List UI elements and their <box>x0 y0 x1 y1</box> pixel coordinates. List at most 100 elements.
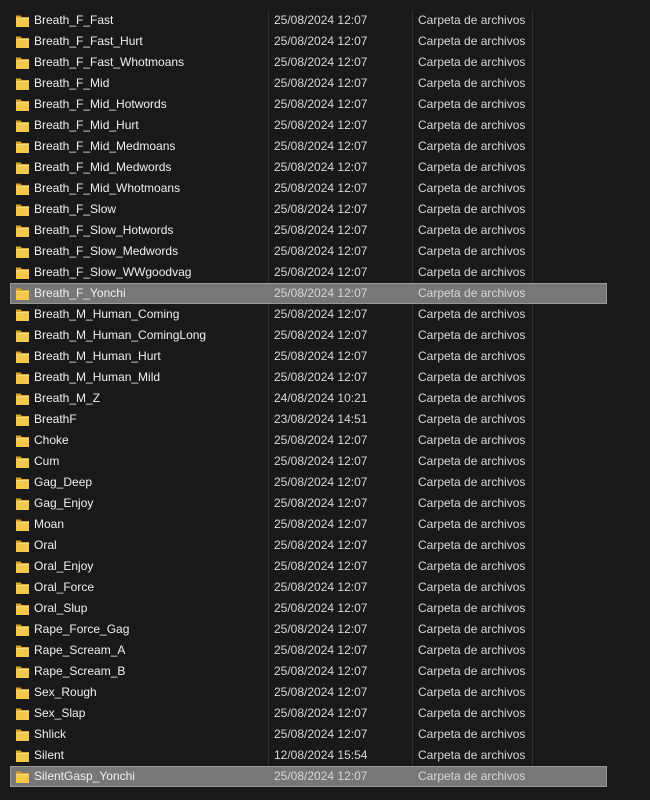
file-type: Carpeta de archivos <box>418 244 526 258</box>
folder-icon <box>16 413 29 426</box>
file-date-modified: 25/08/2024 12:07 <box>274 706 368 720</box>
folder-icon <box>16 266 29 279</box>
file-row[interactable]: Breath_F_Slow 25/08/2024 12:07 Carpeta de … <box>0 199 650 220</box>
file-name: Breath_F_Yonchi <box>34 286 126 300</box>
file-date-modified: 25/08/2024 12:07 <box>274 202 368 216</box>
file-row[interactable]: Breath_M_Human_ComingLong 25/08/2024 12:0… <box>0 325 650 346</box>
folder-icon <box>16 56 29 69</box>
file-date-modified: 25/08/2024 12:07 <box>274 496 368 510</box>
folder-icon <box>16 770 29 783</box>
file-row[interactable]: Breath_F_Slow_Hotwords 25/08/2024 12:07 Ca… <box>0 220 650 241</box>
file-row[interactable]: Breath_M_Human_Mild 25/08/2024 12:07 Carpe… <box>0 367 650 388</box>
file-row[interactable]: BreathF 23/08/2024 14:51 Carpeta de archiv… <box>0 409 650 430</box>
file-row[interactable]: Rape_Scream_B 25/08/2024 12:07 Carpeta de … <box>0 661 650 682</box>
file-type: Carpeta de archivos <box>418 55 526 69</box>
file-name: Breath_M_Human_ComingLong <box>34 328 207 342</box>
file-row[interactable]: Breath_F_Slow_WWgoodvag 25/08/2024 12:07 C… <box>0 262 650 283</box>
file-type: Carpeta de archivos <box>418 622 526 636</box>
file-row[interactable]: Breath_F_Fast_Whotmoans 25/08/2024 12:07 C… <box>0 52 650 73</box>
file-name: SilentGasp_Yonchi <box>34 769 135 783</box>
file-date-modified: 12/08/2024 15:54 <box>274 748 368 762</box>
file-row[interactable]: Breath_M_Human_Hurt 25/08/2024 12:07 Carpe… <box>0 346 650 367</box>
folder-icon <box>16 644 29 657</box>
file-row[interactable]: Silent 12/08/2024 15:54 Carpeta de archivo… <box>0 745 650 766</box>
file-row[interactable]: Choke 25/08/2024 12:07 Carpeta de archivos <box>0 430 650 451</box>
file-row[interactable]: Oral_Enjoy 25/08/2024 12:07 Carpeta de arc… <box>0 556 650 577</box>
file-row[interactable]: Rape_Scream_A 25/08/2024 12:07 Carpeta de … <box>0 640 650 661</box>
folder-icon <box>16 140 29 153</box>
file-row[interactable]: Gag_Enjoy 25/08/2024 12:07 Carpeta de arch… <box>0 493 650 514</box>
file-name: Rape_Force_Gag <box>34 622 130 636</box>
file-name: Oral_Enjoy <box>34 559 94 573</box>
file-date-modified: 25/08/2024 12:07 <box>274 76 368 90</box>
folder-icon <box>16 287 29 300</box>
file-date-modified: 25/08/2024 12:07 <box>274 622 368 636</box>
file-row[interactable]: Cum 25/08/2024 12:07 Carpeta de archivos <box>0 451 650 472</box>
file-row[interactable]: Breath_F_Mid_Whotmoans 25/08/2024 12:07 Ca… <box>0 178 650 199</box>
file-date-modified: 25/08/2024 12:07 <box>274 454 368 468</box>
folder-icon <box>16 224 29 237</box>
folder-icon <box>16 686 29 699</box>
folder-icon <box>16 35 29 48</box>
file-date-modified: 25/08/2024 12:07 <box>274 265 368 279</box>
file-list: Breath_F_Fast 25/08/2024 12:07 Carpeta de … <box>0 10 650 787</box>
file-type: Carpeta de archivos <box>418 97 526 111</box>
file-date-modified: 25/08/2024 12:07 <box>274 349 368 363</box>
file-name: Breath_F_Mid_Medwords <box>34 160 172 174</box>
file-date-modified: 25/08/2024 12:07 <box>274 97 368 111</box>
folder-icon <box>16 203 29 216</box>
file-date-modified: 25/08/2024 12:07 <box>274 13 368 27</box>
file-type: Carpeta de archivos <box>418 475 526 489</box>
file-row[interactable]: Oral_Force 25/08/2024 12:07 Carpeta de arc… <box>0 577 650 598</box>
file-row[interactable]: Sex_Slap 25/08/2024 12:07 Carpeta de archi… <box>0 703 650 724</box>
file-date-modified: 25/08/2024 12:07 <box>274 643 368 657</box>
file-type: Carpeta de archivos <box>418 13 526 27</box>
file-row[interactable]: SilentGasp_Yonchi 25/08/2024 12:07 Carpeta… <box>0 766 650 787</box>
folder-icon <box>16 707 29 720</box>
folder-icon <box>16 476 29 489</box>
file-name: Breath_M_Z <box>34 391 101 405</box>
file-row[interactable]: Breath_F_Mid 25/08/2024 12:07 Carpeta de a… <box>0 73 650 94</box>
file-row[interactable]: Gag_Deep 25/08/2024 12:07 Carpeta de archi… <box>0 472 650 493</box>
folder-icon <box>16 371 29 384</box>
file-date-modified: 25/08/2024 12:07 <box>274 181 368 195</box>
file-row[interactable]: Oral 25/08/2024 12:07 Carpeta de archivos <box>0 535 650 556</box>
file-date-modified: 25/08/2024 12:07 <box>274 685 368 699</box>
file-name: Rape_Scream_B <box>34 664 126 678</box>
file-row[interactable]: Breath_F_Mid_Hotwords 25/08/2024 12:07 Car… <box>0 94 650 115</box>
folder-icon <box>16 602 29 615</box>
file-row[interactable]: Breath_F_Mid_Hurt 25/08/2024 12:07 Carpeta… <box>0 115 650 136</box>
file-row[interactable]: Breath_F_Fast 25/08/2024 12:07 Carpeta de … <box>0 10 650 31</box>
file-date-modified: 25/08/2024 12:07 <box>274 517 368 531</box>
file-row[interactable]: Oral_Slup 25/08/2024 12:07 Carpeta de arch… <box>0 598 650 619</box>
file-name: BreathF <box>34 412 77 426</box>
file-row[interactable]: Breath_F_Yonchi 25/08/2024 12:07 Carpeta d… <box>0 283 650 304</box>
file-type: Carpeta de archivos <box>418 265 526 279</box>
file-type: Carpeta de archivos <box>418 538 526 552</box>
file-row[interactable]: Breath_F_Mid_Medmoans 25/08/2024 12:07 Car… <box>0 136 650 157</box>
file-type: Carpeta de archivos <box>418 685 526 699</box>
file-row[interactable]: Breath_F_Slow_Medwords 25/08/2024 12:07 Ca… <box>0 241 650 262</box>
file-date-modified: 24/08/2024 10:21 <box>274 391 368 405</box>
folder-icon <box>16 434 29 447</box>
file-row[interactable]: Breath_M_Z 24/08/2024 10:21 Carpeta de arc… <box>0 388 650 409</box>
file-type: Carpeta de archivos <box>418 601 526 615</box>
file-row[interactable]: Sex_Rough 25/08/2024 12:07 Carpeta de arch… <box>0 682 650 703</box>
file-name: Cum <box>34 454 60 468</box>
file-type: Carpeta de archivos <box>418 34 526 48</box>
file-date-modified: 25/08/2024 12:07 <box>274 601 368 615</box>
file-row[interactable]: Breath_F_Mid_Medwords 25/08/2024 12:07 Car… <box>0 157 650 178</box>
file-row[interactable]: Moan 25/08/2024 12:07 Carpeta de archivos <box>0 514 650 535</box>
file-type: Carpeta de archivos <box>418 748 526 762</box>
folder-icon <box>16 245 29 258</box>
file-name: Sex_Rough <box>34 685 97 699</box>
folder-icon <box>16 518 29 531</box>
file-name: Breath_F_Mid_Whotmoans <box>34 181 181 195</box>
file-row[interactable]: Breath_F_Fast_Hurt 25/08/2024 12:07 Carpet… <box>0 31 650 52</box>
file-date-modified: 25/08/2024 12:07 <box>274 538 368 552</box>
folder-icon <box>16 560 29 573</box>
file-row[interactable]: Shlick 25/08/2024 12:07 Carpeta de archivo… <box>0 724 650 745</box>
file-row[interactable]: Rape_Force_Gag 25/08/2024 12:07 Carpeta de… <box>0 619 650 640</box>
file-row[interactable]: Breath_M_Human_Coming 25/08/2024 12:07 Car… <box>0 304 650 325</box>
file-type: Carpeta de archivos <box>418 454 526 468</box>
